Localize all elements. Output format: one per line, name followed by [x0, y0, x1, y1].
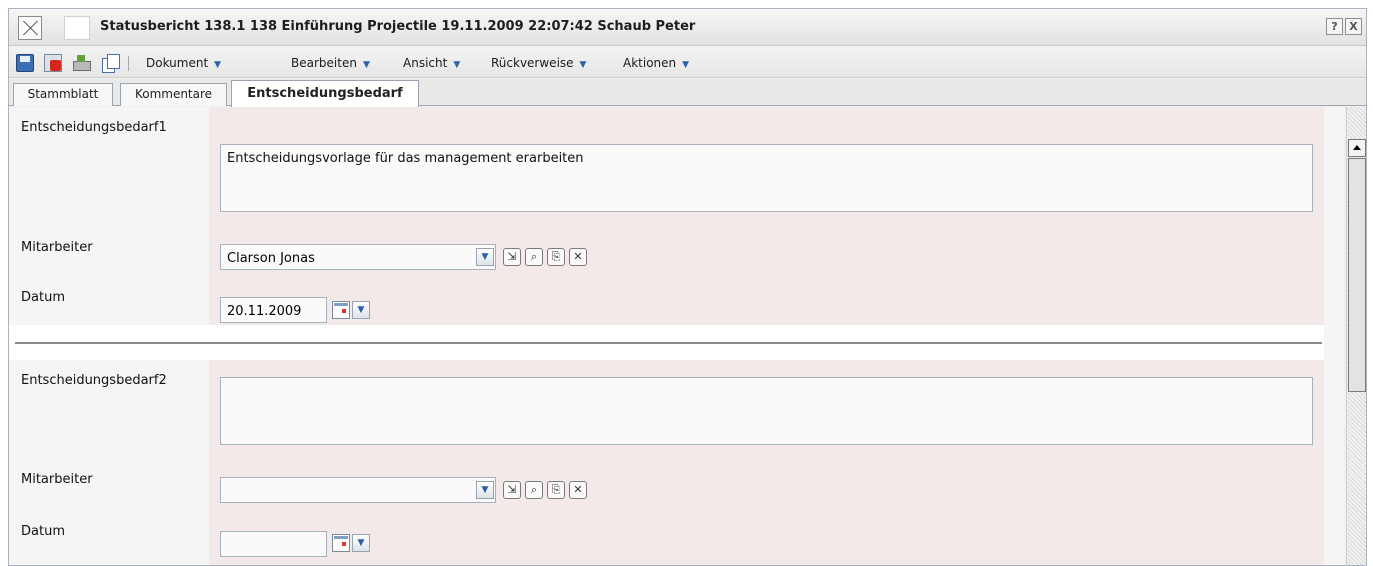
menu-bearbeiten[interactable]: Bearbeiten ▼ — [291, 56, 370, 70]
entscheidungsbedarf2-textarea[interactable] — [220, 377, 1313, 445]
clear-icon[interactable]: ✕ — [569, 248, 587, 266]
search-icon[interactable]: ⌕ — [525, 248, 543, 266]
datum2-field[interactable] — [220, 531, 327, 557]
menu-aktionen[interactable]: Aktionen ▼ — [623, 56, 689, 70]
mitarbeiter2-combo[interactable]: ▼ — [220, 477, 496, 503]
form-content: Entscheidungsbedarf1 Entscheidungsvorlag… — [9, 107, 1344, 565]
print-icon[interactable] — [72, 54, 91, 72]
entry-1-background — [209, 107, 1324, 325]
calendar-icon[interactable] — [332, 534, 350, 552]
duplicate-icon[interactable] — [101, 54, 120, 73]
vertical-scrollbar[interactable] — [1346, 107, 1366, 565]
goto-icon[interactable]: ⇲ — [503, 481, 521, 499]
toolbar: Dokument ▼ Bearbeiten ▼ Ansicht ▼ Rückverwe… — [9, 47, 1366, 78]
menu-ansicht[interactable]: Ansicht ▼ — [403, 56, 460, 70]
chevron-down-icon[interactable]: ▼ — [476, 481, 494, 499]
chevron-down-icon[interactable]: ▼ — [352, 301, 370, 319]
menu-label: Aktionen — [623, 56, 677, 70]
help-button[interactable]: ? — [1326, 18, 1343, 35]
search-icon[interactable]: ⌕ — [525, 481, 543, 499]
entscheidungsbedarf1-textarea[interactable]: Entscheidungsvorlage für das management … — [220, 144, 1313, 212]
menu-rueckverweise[interactable]: Rückverweise ▼ — [491, 56, 586, 70]
goto-icon[interactable]: ⇲ — [503, 248, 521, 266]
toolbar-separator — [128, 56, 129, 71]
menu-label: Rückverweise — [491, 56, 574, 70]
datum1-value: 20.11.2009 — [227, 304, 302, 319]
chevron-down-icon: ▼ — [579, 60, 587, 70]
mitarbeiter1-label: Mitarbeiter — [21, 240, 93, 255]
close-window-button[interactable]: X — [1345, 18, 1362, 35]
window-title: Statusbericht 138.1 138 Einführung Proje… — [100, 19, 696, 34]
clear-icon[interactable]: ✕ — [569, 481, 587, 499]
document-type-icon — [64, 16, 90, 40]
tab-entscheidungsbedarf[interactable]: Entscheidungsbedarf — [231, 80, 419, 107]
menu-label: Bearbeiten — [291, 56, 357, 70]
datum1-field[interactable]: 20.11.2009 — [220, 297, 327, 323]
chevron-down-icon: ▼ — [214, 60, 222, 70]
scroll-up-icon[interactable] — [1348, 139, 1366, 157]
document-window: Statusbericht 138.1 138 Einführung Proje… — [8, 8, 1367, 566]
copy-icon[interactable]: ⎘ — [547, 248, 565, 266]
menu-label: Ansicht — [403, 56, 448, 70]
entscheidungsbedarf1-label: Entscheidungsbedarf1 — [21, 120, 167, 135]
chevron-down-icon: ▼ — [453, 60, 461, 70]
title-bar: Statusbericht 138.1 138 Einführung Proje… — [9, 9, 1366, 46]
delete-icon[interactable] — [44, 54, 62, 72]
entscheidungsbedarf2-label: Entscheidungsbedarf2 — [21, 373, 167, 388]
close-document-icon[interactable] — [18, 16, 42, 40]
tab-stammblatt[interactable]: Stammblatt — [13, 83, 113, 106]
divider-line — [15, 342, 1322, 344]
chevron-down-icon: ▼ — [362, 60, 370, 70]
copy-icon[interactable]: ⎘ — [547, 481, 565, 499]
chevron-down-icon[interactable]: ▼ — [476, 248, 494, 266]
mitarbeiter1-value: Clarson Jonas — [227, 251, 315, 266]
tab-bar: Stammblatt Kommentare Entscheidungsbedar… — [9, 79, 1366, 107]
chevron-down-icon[interactable]: ▼ — [352, 534, 370, 552]
mitarbeiter1-combo[interactable]: Clarson Jonas ▼ — [220, 244, 496, 270]
entry-separator — [9, 325, 1324, 360]
mitarbeiter2-label: Mitarbeiter — [21, 472, 93, 487]
datum1-label: Datum — [21, 290, 65, 305]
datum2-label: Datum — [21, 524, 65, 539]
tab-kommentare[interactable]: Kommentare — [120, 83, 227, 106]
menu-label: Dokument — [146, 56, 209, 70]
menu-dokument[interactable]: Dokument ▼ — [146, 56, 221, 70]
save-icon[interactable] — [16, 54, 34, 72]
chevron-down-icon: ▼ — [682, 60, 690, 70]
calendar-icon[interactable] — [332, 301, 350, 319]
scrollbar-thumb[interactable] — [1348, 158, 1366, 392]
